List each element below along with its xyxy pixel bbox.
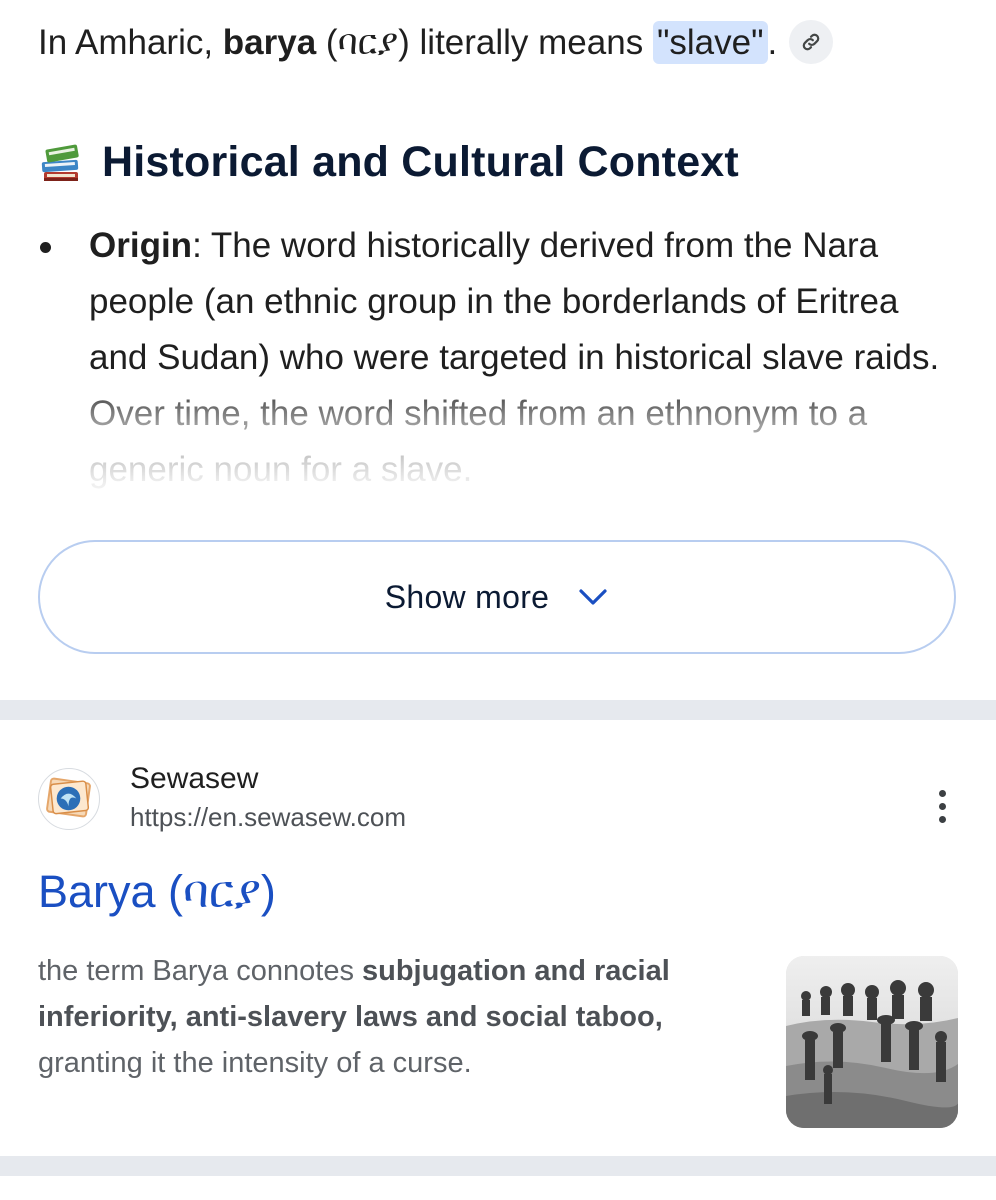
- intro-script: (ባርያ) literally means: [316, 23, 653, 62]
- section-title: Historical and Cultural Context: [102, 137, 739, 186]
- bullet-list-item: Origin: The word historically derived fr…: [38, 218, 958, 508]
- snippet-text-2: granting it the intensity of a curse.: [38, 1047, 472, 1079]
- result-snippet: the term Barya connotes subjugation and …: [38, 948, 758, 1086]
- section-divider: [0, 700, 996, 720]
- bullet-label: Origin: [89, 226, 193, 265]
- site-url[interactable]: https://en.sewasew.com: [130, 802, 406, 833]
- more-vert-icon[interactable]: [922, 786, 962, 826]
- answer-intro: In Amharic, barya (ባርያ) literally means …: [38, 18, 938, 68]
- intro-meaning-highlight[interactable]: "slave": [652, 21, 768, 64]
- result-title-link[interactable]: Barya (ባርያ): [38, 866, 276, 919]
- result-thumbnail[interactable]: [786, 956, 958, 1128]
- section-heading: Historical and Cultural Context: [38, 132, 739, 192]
- section-divider-bottom: [0, 1156, 996, 1176]
- intro-suffix: .: [767, 23, 778, 62]
- snippet-text-1: the term Barya connotes: [38, 955, 362, 987]
- intro-prefix: In Amharic,: [38, 23, 223, 62]
- search-result: Sewasew https://en.sewasew.com Barya (ባር…: [0, 720, 996, 1156]
- chevron-down-icon: [579, 589, 607, 605]
- bullet-text: Origin: The word historically derived fr…: [89, 218, 955, 498]
- bullet-colon: :: [192, 226, 202, 265]
- bullet-body: The word historically derived from the N…: [89, 226, 940, 489]
- site-name[interactable]: Sewasew: [130, 762, 258, 796]
- link-icon[interactable]: [789, 19, 834, 64]
- show-more-label: Show more: [384, 578, 550, 615]
- bullet-dot: [40, 242, 51, 253]
- show-more-button[interactable]: Show more: [38, 540, 956, 654]
- books-icon: [41, 144, 79, 181]
- site-favicon[interactable]: [38, 768, 100, 830]
- intro-term: barya: [222, 23, 317, 62]
